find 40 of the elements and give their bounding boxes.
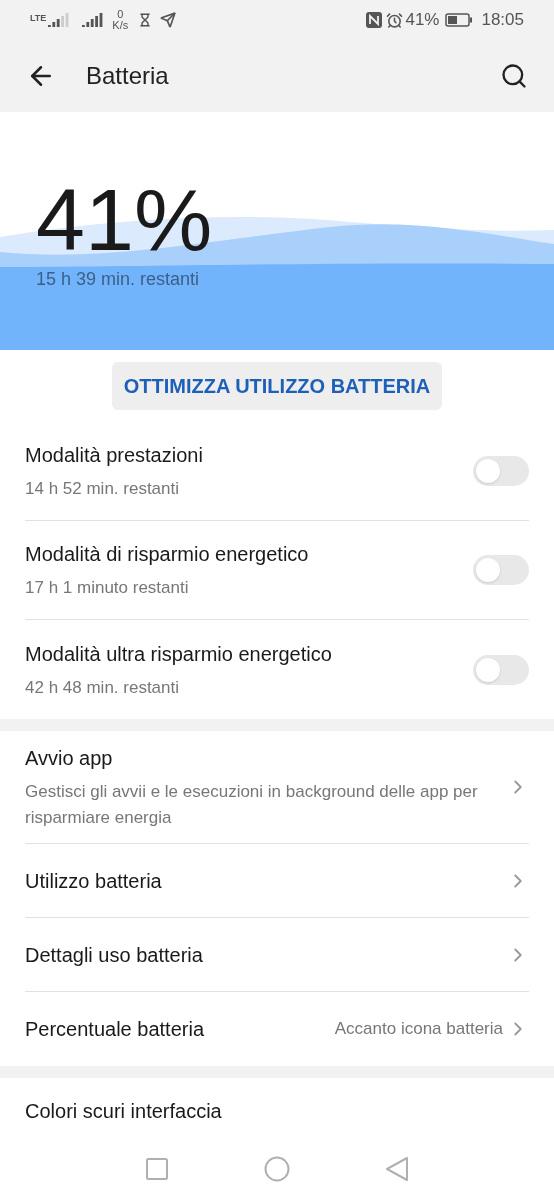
- settings-item[interactable]: Avvio app Gestisci gli avvii e le esecuzioni in background delle app per risparmiare energia: [25, 731, 529, 844]
- settings-item[interactable]: Percentuale batteria Accanto icona batteria: [25, 992, 529, 1066]
- battery-icon: [445, 13, 474, 27]
- mode-title: Modalità prestazioni: [25, 443, 204, 469]
- paper-plane-icon: [160, 12, 177, 28]
- mode-subtitle: 17 h 1 minuto restanti: [25, 577, 190, 600]
- settings-item[interactable]: Dettagli uso batteria: [25, 918, 529, 992]
- item-value: Accanto icona batteria: [334, 1018, 503, 1041]
- optimize-button[interactable]: OTTIMIZZA UTILIZZO BATTERIA: [111, 362, 443, 410]
- alarm-icon: [386, 11, 404, 29]
- signal-icon: [48, 13, 71, 27]
- speed-value: 0: [117, 9, 124, 20]
- clock-time: 18:05: [481, 9, 524, 32]
- recents-button[interactable]: [145, 1157, 169, 1181]
- settings-item[interactable]: Utilizzo batteria: [25, 844, 529, 918]
- item-title: Dettagli uso batteria: [25, 942, 204, 968]
- battery-percent: 41%: [405, 9, 440, 32]
- network-type: LTE: [30, 14, 47, 23]
- toggle-switch[interactable]: [473, 654, 529, 685]
- hourglass-icon: [138, 13, 153, 27]
- battery-percentage: 41%: [36, 176, 214, 264]
- back-nav-button[interactable]: [385, 1156, 409, 1182]
- mode-title: Modalità di risparmio energetico: [25, 542, 310, 568]
- toggle-switch[interactable]: [473, 456, 529, 486]
- remaining-time: 15 h 39 min. restanti: [36, 268, 201, 291]
- toggle-switch[interactable]: [473, 555, 529, 585]
- item-title: Avvio app: [25, 746, 114, 771]
- item-title: Colori scuri interfaccia: [25, 1100, 222, 1122]
- signal-icon: [82, 13, 105, 27]
- item-subtitle: Gestisci gli avvii e le esecuzioni in background delle app per risparmiare energia: [25, 781, 479, 829]
- search-button[interactable]: [500, 62, 528, 90]
- speed-unit: K/s: [112, 20, 129, 31]
- nfc-icon: [366, 12, 383, 28]
- mode-title: Modalità ultra risparmio energetico: [25, 641, 333, 667]
- mode-subtitle: 42 h 48 min. restanti: [25, 676, 181, 699]
- item-title: Utilizzo batteria: [25, 868, 163, 894]
- page-title: Batteria: [86, 61, 169, 91]
- item-title: Percentuale batteria: [25, 1017, 205, 1042]
- mode-subtitle: 14 h 52 min. restanti: [25, 478, 181, 501]
- home-button[interactable]: [264, 1156, 290, 1182]
